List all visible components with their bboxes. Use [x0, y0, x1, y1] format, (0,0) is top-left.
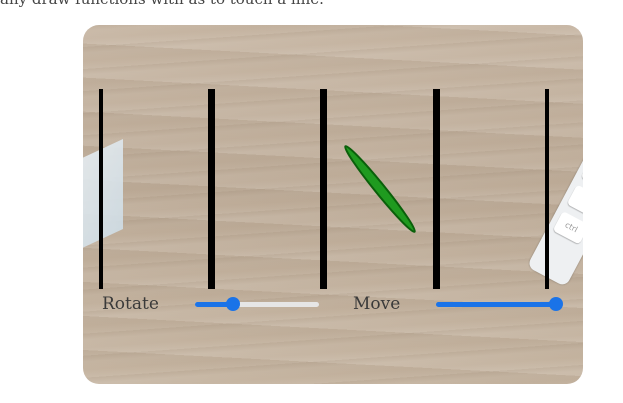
header-partial-text: any draw functions with as to touch a li… [0, 0, 324, 8]
move-label: Move [353, 294, 401, 314]
rotate-slider-thumb[interactable] [226, 297, 240, 311]
move-slider-track[interactable] [436, 302, 556, 307]
rotate-label: Rotate [102, 294, 159, 314]
needle [344, 145, 416, 233]
needle-svg [344, 145, 416, 233]
demo-card: ctrl Rotate Move [83, 25, 583, 384]
move-slider-thumb[interactable] [549, 297, 563, 311]
